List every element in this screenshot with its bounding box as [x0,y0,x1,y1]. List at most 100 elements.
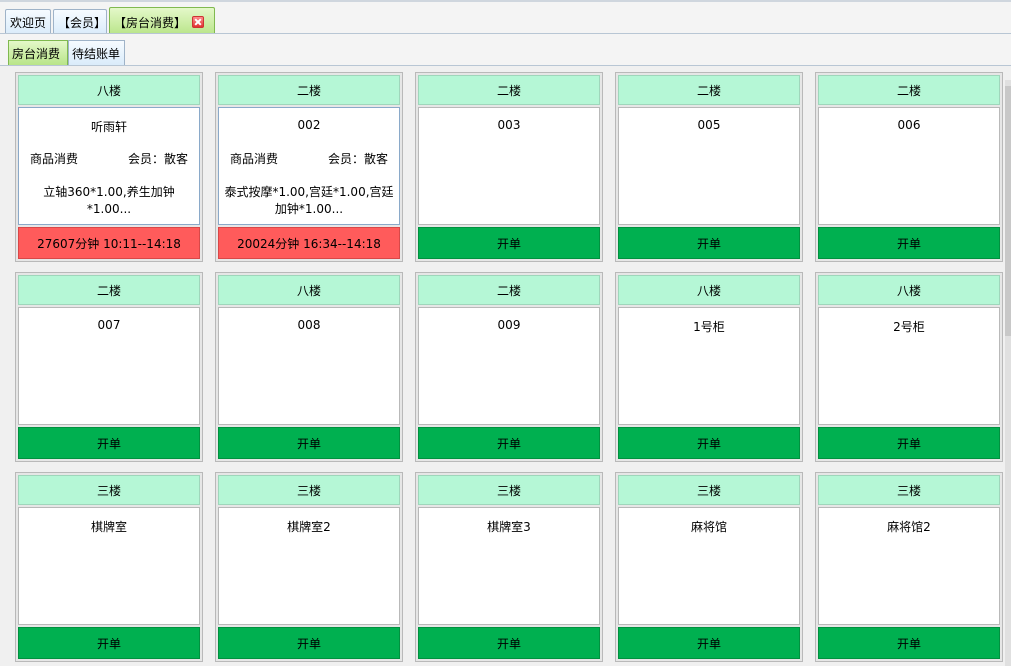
subtab-pending-bills-label: 待结账单 [72,47,121,61]
room-card[interactable]: 三楼 棋牌室3 开单 [415,472,603,662]
room-timer-status[interactable]: 27607分钟 10:11--14:18 [18,227,200,259]
room-name: 007 [97,318,121,332]
open-order-button[interactable]: 开单 [218,427,400,459]
room-details[interactable]: 006 [818,107,1000,225]
room-card-inner: 三楼 麻将馆 开单 [618,475,800,659]
room-details[interactable]: 009 [418,307,600,425]
room-name: 听雨轩 [90,120,127,134]
room-details[interactable]: 麻将馆 [618,507,800,625]
room-card-inner: 三楼 棋牌室 开单 [18,475,200,659]
room-card[interactable]: 八楼 2号柜开单 [815,272,1003,462]
room-card[interactable]: 八楼 1号柜开单 [615,272,803,462]
open-order-button[interactable]: 开单 [218,627,400,659]
room-details[interactable]: 005 [618,107,800,225]
room-name: 麻将馆2 [887,520,931,534]
sub-tab-bar: 房台消费 待结账单 [0,34,1011,66]
room-details[interactable]: 1号柜 [618,307,800,425]
open-order-button[interactable]: 开单 [418,427,600,459]
room-floor-label: 三楼 [218,475,400,505]
tab-welcome[interactable]: 欢迎页 [5,9,51,35]
room-card[interactable]: 二楼 002 商品消费 会员：散客泰式按摩*1.00,宫廷*1.00,宫廷加钟*1.0… [215,72,403,262]
room-card[interactable]: 二楼 007 开单 [15,272,203,462]
room-name: 棋牌室2 [287,520,331,534]
open-order-button[interactable]: 开单 [418,227,600,259]
room-name: 005 [697,118,721,132]
subtab-room-consumption[interactable]: 房台消费 [8,40,68,66]
vertical-scrollbar[interactable] [1005,80,1011,666]
room-details[interactable]: 听雨轩商品消费 会员：散客立轴360*1.00,养生加钟*1.00... [18,107,200,225]
subtab-pending-bills[interactable]: 待结账单 [68,40,125,66]
room-floor-label: 二楼 [218,75,400,105]
open-order-button[interactable]: 开单 [618,427,800,459]
room-floor-label: 二楼 [418,75,600,105]
room-floor-label: 三楼 [618,475,800,505]
open-order-button[interactable]: 开单 [818,627,1000,659]
room-name: 009 [497,318,521,332]
room-card[interactable]: 三楼棋牌室2 开单 [215,472,403,662]
room-card-inner: 三楼 麻将馆2 开单 [818,475,1000,659]
room-card-inner: 二楼 002 商品消费 会员：散客泰式按摩*1.00,宫廷*1.00,宫廷加钟*1.0… [218,75,400,259]
room-timer-status[interactable]: 20024分钟 16:34--14:18 [218,227,400,259]
room-name: 002 [297,118,321,132]
open-order-button[interactable]: 开单 [818,227,1000,259]
room-card[interactable]: 八楼 008 开单 [215,272,403,462]
room-details[interactable]: 棋牌室3 [418,507,600,625]
room-name: 棋牌室 [90,520,127,534]
room-card-inner: 八楼听雨轩商品消费 会员：散客立轴360*1.00,养生加钟*1.00... 276… [18,75,200,259]
room-card[interactable]: 二楼 009 开单 [415,272,603,462]
room-name: 006 [897,118,921,132]
room-details[interactable]: 008 [218,307,400,425]
consumed-items: 泰式按摩*1.00,宫廷*1.00,宫廷加钟*1.00... [224,185,394,216]
room-card[interactable]: 三楼 棋牌室 开单 [15,472,203,662]
room-card[interactable]: 二楼 003 开单 [415,72,603,262]
room-card[interactable]: 二楼 005 开单 [615,72,803,262]
room-name: 2号柜 [893,320,925,334]
room-card-inner: 三楼棋牌室2 开单 [218,475,400,659]
open-order-button[interactable]: 开单 [418,627,600,659]
room-card-inner: 三楼 棋牌室3 开单 [418,475,600,659]
member-info: 会员：散客 [127,152,188,166]
room-card-inner: 八楼 2号柜开单 [818,275,1000,459]
room-floor-label: 二楼 [618,75,800,105]
room-floor-label: 八楼 [218,275,400,305]
consumption-type: 商品消费 [230,152,279,166]
room-details[interactable]: 007 [18,307,200,425]
room-floor-label: 八楼 [618,275,800,305]
room-name: 1号柜 [693,320,725,334]
room-info: 商品消费 会员：散客 [227,150,391,167]
open-order-button[interactable]: 开单 [618,227,800,259]
room-card[interactable]: 三楼 麻将馆2 开单 [815,472,1003,662]
room-card[interactable]: 八楼听雨轩商品消费 会员：散客立轴360*1.00,养生加钟*1.00... 276… [15,72,203,262]
room-floor-label: 三楼 [18,475,200,505]
room-card-inner: 二楼 003 开单 [418,75,600,259]
room-name: 003 [497,118,521,132]
room-floor-label: 二楼 [418,275,600,305]
room-floor-label: 二楼 [818,75,1000,105]
open-order-button[interactable]: 开单 [618,627,800,659]
room-details[interactable]: 2号柜 [818,307,1000,425]
main-tab-bar: 欢迎页 【会员】 【房台消费】 [0,0,1011,36]
room-info: 商品消费 会员：散客 [27,150,191,167]
room-floor-label: 三楼 [418,475,600,505]
open-order-button[interactable]: 开单 [18,427,200,459]
room-card[interactable]: 二楼 006 开单 [815,72,1003,262]
consumed-items: 立轴360*1.00,养生加钟*1.00... [43,185,175,216]
open-order-button[interactable]: 开单 [18,627,200,659]
consumption-type: 商品消费 [30,152,79,166]
close-tab-icon[interactable] [192,16,205,28]
room-details[interactable]: 棋牌室2 [218,507,400,625]
tab-member[interactable]: 【会员】 [53,9,107,35]
room-details[interactable]: 麻将馆2 [818,507,1000,625]
tab-room-consumption[interactable]: 【房台消费】 [109,7,215,36]
room-floor-label: 八楼 [18,75,200,105]
room-floor-label: 二楼 [18,275,200,305]
room-card-inner: 二楼 009 开单 [418,275,600,459]
room-details[interactable]: 003 [418,107,600,225]
room-card[interactable]: 三楼 麻将馆 开单 [615,472,803,662]
room-floor-label: 八楼 [818,275,1000,305]
room-details[interactable]: 002 商品消费 会员：散客泰式按摩*1.00,宫廷*1.00,宫廷加钟*1.00.… [218,107,400,225]
room-card-inner: 八楼 008 开单 [218,275,400,459]
room-details[interactable]: 棋牌室 [18,507,200,625]
open-order-button[interactable]: 开单 [818,427,1000,459]
scrollbar-thumb[interactable] [1005,86,1011,336]
